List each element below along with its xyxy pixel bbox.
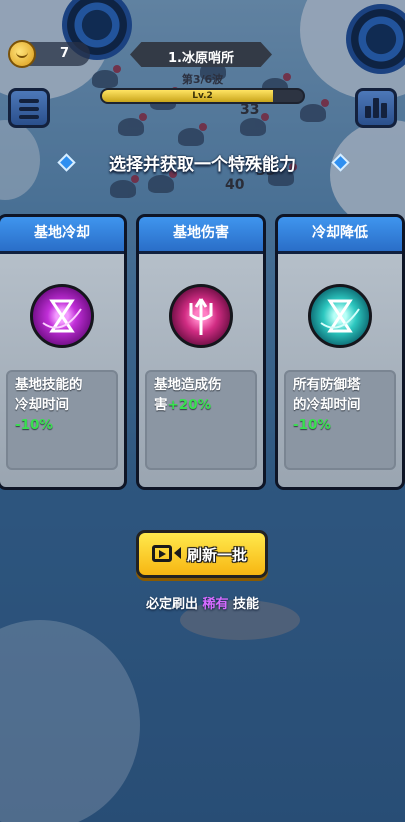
damage-number: 40 bbox=[225, 177, 245, 193]
card-description: 基地技能的 冷却时间 -10% bbox=[6, 370, 118, 470]
ability-card-base-cooldown[interactable]: 基地冷却 基地技能的 冷却时间 -10% bbox=[0, 214, 127, 490]
ability-value: +20% bbox=[167, 397, 212, 413]
coin-counter: 7 bbox=[8, 40, 90, 68]
level-name-banner: 1.冰原哨所 bbox=[130, 42, 272, 67]
refresh-hint: 必定刷出 稀有 技能 bbox=[0, 593, 405, 612]
player-level: Lv.2 bbox=[192, 91, 213, 101]
level-progress-bar: Lv.2 bbox=[100, 88, 305, 104]
coin-count: 7 bbox=[60, 46, 70, 61]
ability-value: -10% bbox=[15, 417, 53, 433]
card-header: 基地伤害 bbox=[139, 217, 263, 254]
ability-value: -10% bbox=[293, 417, 331, 433]
card-header: 基地冷却 bbox=[0, 217, 124, 254]
ability-card-tower-cooldown[interactable]: 冷却降低 所有防御塔 的冷却时间 -10% bbox=[275, 214, 405, 490]
card-body: 基地技能的 冷却时间 -10% bbox=[0, 254, 124, 487]
rarity-label: 稀有 bbox=[202, 597, 229, 612]
card-title: 基地伤害 bbox=[173, 225, 229, 241]
menu-icon bbox=[19, 99, 39, 103]
video-icon bbox=[152, 545, 172, 562]
menu-button[interactable] bbox=[8, 88, 50, 128]
hint-prefix: 必定刷出 bbox=[145, 597, 198, 612]
card-description: 所有防御塔 的冷却时间 -10% bbox=[284, 370, 396, 470]
level-name: 1.冰原哨所 bbox=[168, 51, 234, 66]
desc-line: 冷却时间 bbox=[15, 397, 69, 413]
bar-chart-icon bbox=[365, 106, 371, 118]
card-body: 基地造成伤 害+20% bbox=[139, 254, 263, 487]
hourglass-emblem-icon bbox=[30, 284, 94, 348]
card-title: 基地冷却 bbox=[34, 225, 90, 241]
desc-line: 基地造成伤 bbox=[154, 377, 222, 393]
hourglass-cyan-emblem-icon bbox=[308, 284, 372, 348]
coin-icon bbox=[8, 40, 36, 68]
card-title: 冷却降低 bbox=[312, 225, 368, 241]
desc-line: 基地技能的 bbox=[15, 377, 83, 393]
card-description: 基地造成伤 害+20% bbox=[145, 370, 257, 470]
desc-line: 的冷却时间 bbox=[293, 397, 361, 413]
stats-button[interactable] bbox=[355, 88, 397, 128]
refresh-label: 刷新一批 bbox=[187, 546, 248, 564]
trident-emblem-icon bbox=[169, 284, 233, 348]
card-header: 冷却降低 bbox=[278, 217, 402, 254]
ability-card-base-damage[interactable]: 基地伤害 基地造成伤 害+20% bbox=[136, 214, 266, 490]
desc-line: 所有防御塔 bbox=[293, 377, 361, 393]
refresh-abilities-button[interactable]: 刷新一批 bbox=[136, 530, 268, 578]
wave-counter: 第3/6波 bbox=[181, 73, 224, 86]
card-body: 所有防御塔 的冷却时间 -10% bbox=[278, 254, 402, 487]
hint-suffix: 技能 bbox=[233, 597, 260, 612]
damage-number: 33 bbox=[240, 102, 260, 118]
desc-line: 害 bbox=[154, 397, 168, 413]
